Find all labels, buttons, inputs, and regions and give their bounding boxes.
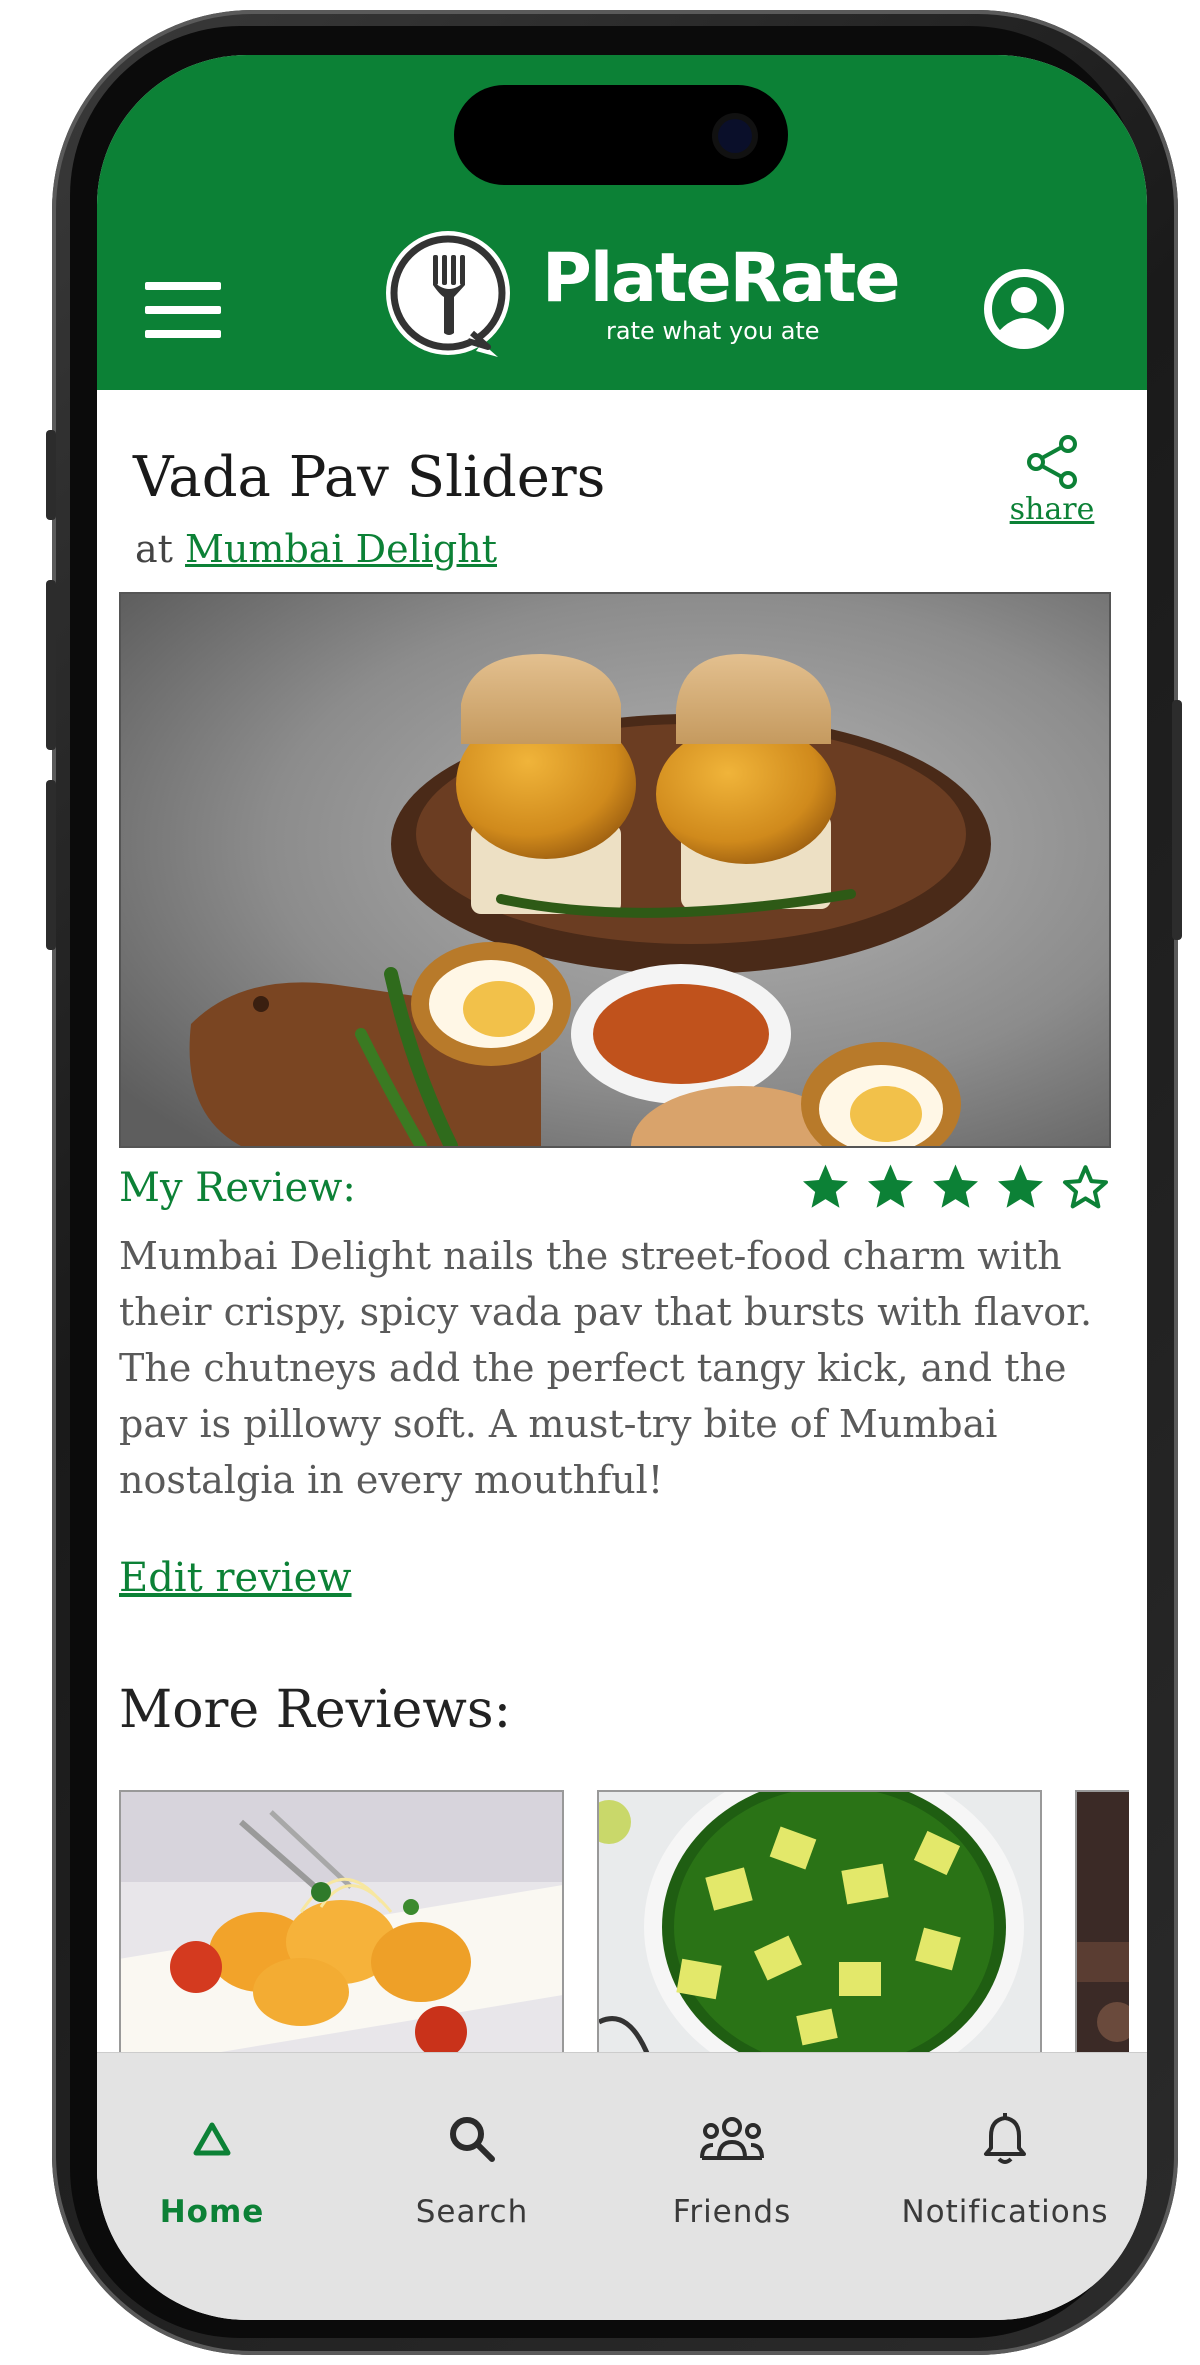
hamburger-menu-icon[interactable]: [145, 282, 221, 338]
star-filled-icon[interactable]: [797, 1160, 854, 1214]
palak-paneer-image: [599, 1792, 1040, 2058]
more-reviews-carousel[interactable]: [119, 1790, 1129, 2060]
nav-friends-label: Friends: [672, 2194, 792, 2230]
star-outline-icon[interactable]: [1057, 1160, 1114, 1214]
at-prefix: at: [135, 527, 173, 571]
nav-home[interactable]: Home: [97, 2108, 342, 2230]
share-label: share: [1009, 492, 1095, 527]
dynamic-island: [454, 85, 788, 185]
home-triangle-icon: [193, 2122, 231, 2156]
star-filled-icon[interactable]: [992, 1160, 1049, 1214]
nav-search-label: Search: [415, 2194, 529, 2230]
nav-notifications-label: Notifications: [901, 2194, 1109, 2230]
volume-up-button: [46, 580, 56, 750]
nav-search[interactable]: Search: [342, 2108, 602, 2230]
nav-notifications[interactable]: Notifications: [875, 2108, 1135, 2230]
review-thumbnail[interactable]: [119, 1790, 564, 2060]
bell-icon: [984, 2113, 1026, 2164]
app-header: PlateRate rate what you ate: [97, 55, 1147, 390]
power-button: [1172, 700, 1182, 940]
vada-pav-image: [121, 594, 1109, 1146]
volume-down-button: [46, 780, 56, 950]
review-thumbnail[interactable]: [1075, 1790, 1129, 2060]
more-reviews-title: More Reviews:: [119, 1680, 512, 1740]
search-icon: [450, 2117, 495, 2162]
share-button[interactable]: share: [1002, 432, 1102, 527]
nav-home-label: Home: [159, 2194, 265, 2230]
brand-name: PlateRate: [542, 239, 901, 318]
dark-dish-image: [1077, 1792, 1129, 2058]
bottom-nav: Home Search Friends Notifications: [97, 2052, 1147, 2320]
action-button: [46, 430, 56, 520]
edit-review-link[interactable]: Edit review: [119, 1555, 351, 1601]
dish-photo[interactable]: [119, 592, 1111, 1148]
share-icon: [1027, 435, 1077, 489]
friends-icon: [700, 2117, 764, 2160]
restaurant-line: at Mumbai Delight: [135, 527, 497, 571]
brand-tagline: rate what you ate: [606, 317, 820, 345]
nav-friends[interactable]: Friends: [602, 2108, 862, 2230]
front-camera: [718, 119, 752, 153]
review-thumbnail[interactable]: [597, 1790, 1042, 2060]
dish-title: Vada Pav Sliders: [133, 445, 606, 510]
review-text: Mumbai Delight nails the street-food cha…: [119, 1234, 1093, 1502]
phone-screen: PlateRate rate what you ate Vada Pav Sli…: [97, 55, 1147, 2320]
star-filled-icon[interactable]: [862, 1160, 919, 1214]
my-review-label: My Review:: [119, 1165, 356, 1211]
star-filled-icon[interactable]: [927, 1160, 984, 1214]
platerate-logo[interactable]: PlateRate rate what you ate: [380, 225, 901, 365]
star-rating[interactable]: [797, 1160, 1114, 1214]
fork-plate-logo-icon: [386, 231, 510, 357]
restaurant-link[interactable]: Mumbai Delight: [185, 527, 497, 571]
user-profile-icon[interactable]: [982, 267, 1066, 351]
pasta-image: [121, 1792, 562, 2058]
